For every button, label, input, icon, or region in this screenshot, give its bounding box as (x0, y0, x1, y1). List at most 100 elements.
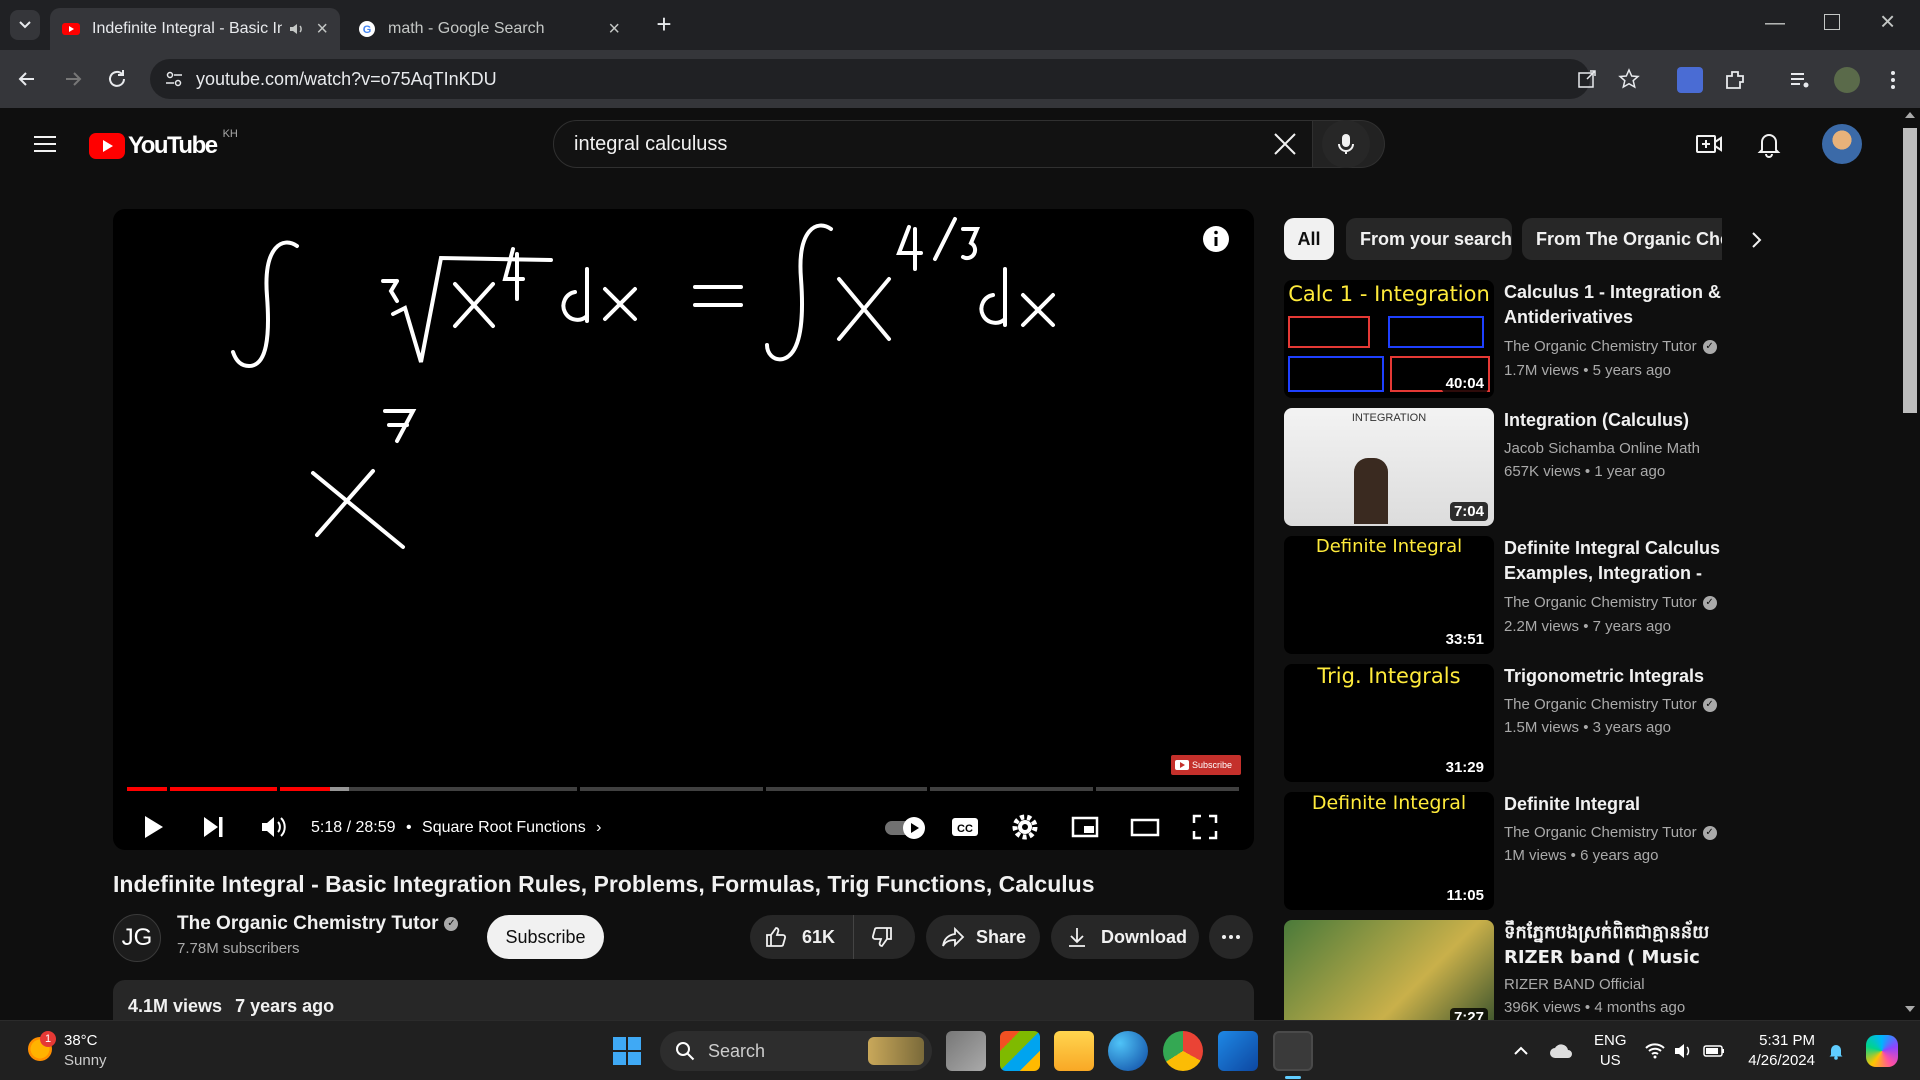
close-tab-icon[interactable]: × (316, 18, 328, 41)
python-app-icon[interactable] (1273, 1031, 1313, 1071)
wifi-icon[interactable] (1644, 1040, 1666, 1062)
subscribe-button[interactable]: Subscribe (487, 915, 604, 959)
recommendation-item[interactable]: 7:27 ទឹកភ្នែកបងស្រក់ពិតជាគ្មានន័យ RIZER … (1284, 920, 1729, 1020)
translate-icon[interactable] (1677, 67, 1703, 93)
open-in-app-icon[interactable] (1576, 68, 1598, 90)
notification-bell-icon[interactable] (1826, 1041, 1846, 1061)
video-thumbnail[interactable]: Definite Integral 11:05 (1284, 792, 1494, 910)
video-duration: 40:04 (1441, 374, 1488, 393)
clock[interactable]: 5:31 PM 4/26/2024 (1745, 1031, 1815, 1071)
account-avatar[interactable] (1822, 124, 1862, 164)
youtube-logo[interactable]: YouTube KH (89, 128, 238, 160)
forward-arrow-icon[interactable] (60, 66, 86, 92)
progress-bar[interactable] (127, 787, 1239, 791)
share-button[interactable]: Share (926, 915, 1040, 959)
task-view-icon[interactable] (946, 1031, 986, 1071)
age-text: 7 years ago (1592, 618, 1672, 635)
address-bar[interactable]: youtube.com/watch?v=o75AqTInKDU (150, 59, 1640, 99)
voice-search-button[interactable] (1322, 120, 1370, 168)
video-thumbnail[interactable]: 7:27 (1284, 920, 1494, 1020)
create-video-icon[interactable] (1694, 129, 1724, 159)
profile-avatar[interactable] (1834, 67, 1860, 93)
video-thumbnail[interactable]: Definite Integral 33:51 (1284, 536, 1494, 654)
clear-search-icon[interactable] (1272, 131, 1298, 157)
progress-played (127, 787, 331, 791)
scroll-down-arrow-icon[interactable] (1905, 1006, 1915, 1012)
reload-icon[interactable] (104, 66, 130, 92)
chip-all[interactable]: All (1284, 218, 1334, 260)
tab-youtube[interactable]: Indefinite Integral - Basic In × (50, 8, 340, 50)
separator-dot: • (405, 819, 412, 836)
chevron-right-icon[interactable]: › (596, 819, 601, 836)
theater-mode-icon[interactable] (1129, 811, 1161, 843)
back-arrow-icon[interactable] (14, 66, 40, 92)
volume-icon[interactable] (257, 811, 289, 843)
info-icon[interactable] (1202, 225, 1230, 253)
channel-avatar[interactable]: JG (113, 914, 161, 962)
minimize-button[interactable]: — (1765, 12, 1789, 36)
chip-label: All (1297, 228, 1321, 249)
extensions-icon[interactable] (1722, 67, 1748, 93)
dislike-button[interactable] (854, 925, 894, 949)
speaker-icon[interactable] (288, 20, 306, 38)
media-controls-icon[interactable] (1787, 67, 1813, 93)
recommendation-item[interactable]: INTEGRATION 7:04 Integration (Calculus) … (1284, 408, 1729, 526)
scroll-up-arrow-icon[interactable] (1905, 112, 1915, 118)
upload-age: 7 years ago (235, 996, 335, 1016)
video-thumbnail[interactable]: Calc 1 - Integration 40:04 (1284, 280, 1494, 398)
miniplayer-icon[interactable] (1069, 811, 1101, 843)
autoplay-toggle[interactable] (885, 817, 925, 839)
more-actions-button[interactable] (1209, 915, 1253, 959)
search-input[interactable]: integral calculuss (553, 120, 1313, 168)
like-button[interactable]: 61K (750, 915, 854, 959)
new-tab-button[interactable]: + (650, 10, 678, 38)
close-tab-icon[interactable]: × (608, 18, 620, 41)
channel-name[interactable]: The Organic Chemistry Tutor (177, 913, 438, 935)
kebab-menu-icon[interactable] (1880, 67, 1906, 93)
settings-gear-icon[interactable] (1009, 811, 1041, 843)
chrome-browser-icon[interactable] (1163, 1031, 1203, 1071)
microsoft-store-icon[interactable] (1000, 1031, 1040, 1071)
battery-icon[interactable] (1702, 1040, 1726, 1062)
volume-icon[interactable] (1672, 1040, 1694, 1062)
edge-browser-icon[interactable] (1108, 1031, 1148, 1071)
vscode-icon[interactable] (1218, 1031, 1258, 1071)
onedrive-cloud-icon[interactable] (1548, 1040, 1574, 1062)
tab-google[interactable]: G math - Google Search × (346, 8, 632, 50)
scrollbar-thumb[interactable] (1903, 128, 1917, 413)
hamburger-menu-icon[interactable] (31, 130, 59, 158)
recommendation-item[interactable]: Calc 1 - Integration 40:04 Calculus 1 - … (1284, 280, 1729, 398)
language-indicator[interactable]: ENG US (1594, 1031, 1627, 1071)
video-thumbnail[interactable]: Trig. Integrals 31:29 (1284, 664, 1494, 782)
fullscreen-icon[interactable] (1189, 811, 1221, 843)
video-thumbnail[interactable]: INTEGRATION 7:04 (1284, 408, 1494, 526)
copilot-icon[interactable] (1866, 1035, 1898, 1067)
chip-from-your-search[interactable]: From your search (1346, 218, 1512, 260)
file-explorer-icon[interactable] (1054, 1031, 1094, 1071)
recommendation-item[interactable]: Definite Integral 11:05 Definite Integra… (1284, 792, 1729, 910)
weather-widget[interactable]: 1 38°C Sunny (22, 1029, 132, 1073)
site-settings-icon[interactable] (164, 69, 184, 89)
next-video-icon[interactable] (197, 811, 229, 843)
recommendation-item[interactable]: Trig. Integrals 31:29 Trigonometric Inte… (1284, 664, 1729, 782)
notifications-bell-icon[interactable] (1755, 130, 1783, 158)
page-scrollbar[interactable] (1900, 108, 1920, 1020)
tab-list-dropdown[interactable] (10, 10, 40, 40)
chapter-title[interactable]: Square Root Functions (422, 819, 586, 836)
video-title: Indefinite Integral - Basic Integration … (113, 871, 1095, 897)
chips-next-arrow-icon[interactable] (1744, 228, 1768, 252)
closed-captions-icon[interactable]: CC (949, 811, 981, 843)
windows-start-icon[interactable] (607, 1031, 647, 1071)
close-window-button[interactable]: × (1880, 6, 1895, 37)
bookmark-star-icon[interactable] (1618, 68, 1640, 90)
taskbar-search[interactable]: Search (660, 1031, 932, 1071)
subscribe-watermark[interactable]: Subscribe (1171, 755, 1241, 775)
download-button[interactable]: Download (1051, 915, 1199, 959)
chip-from-channel[interactable]: From The Organic Chem (1522, 218, 1722, 260)
chip-label: From The Organic Chem (1536, 228, 1722, 249)
video-player[interactable]: Subscribe 5:18 / 28:59 • Square Root Fun… (113, 209, 1254, 850)
play-icon[interactable] (137, 811, 169, 843)
chevron-up-icon[interactable] (1510, 1040, 1532, 1062)
recommendation-item[interactable]: Definite Integral 33:51 Definite Integra… (1284, 536, 1729, 654)
restore-button[interactable] (1824, 14, 1840, 30)
